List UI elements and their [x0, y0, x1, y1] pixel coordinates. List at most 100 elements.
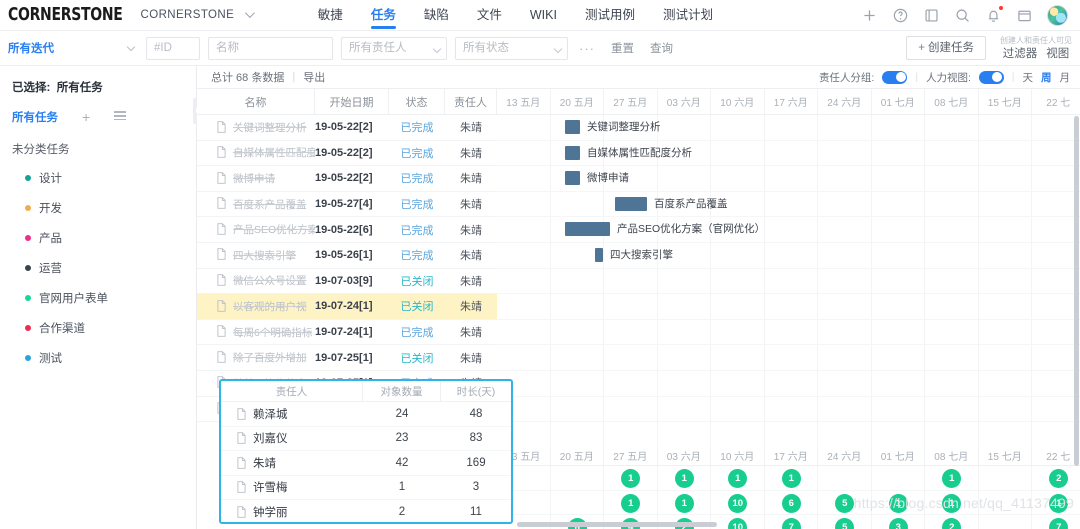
load-chip[interactable]: 10 — [728, 518, 748, 529]
sidebar-header: 所有任务 + — [0, 95, 196, 125]
export-button[interactable]: 导出 — [303, 69, 325, 85]
sidebar-item-1[interactable]: 开发 — [0, 193, 196, 223]
summary-row[interactable]: 朱靖 42 169 — [221, 451, 511, 476]
table-row[interactable]: 微信公众号设置 19-07-03[9] 已关闭 朱靖 — [197, 269, 497, 295]
add-group-icon[interactable]: + — [82, 110, 90, 124]
summary-column-responsible[interactable]: 责任人 — [221, 381, 363, 401]
group-by-responsible-label: 责任人分组: — [818, 71, 875, 84]
gantt-bar[interactable] — [565, 145, 580, 160]
vertical-scrollbar[interactable] — [1074, 116, 1079, 466]
nav-tab-6[interactable]: 测试计划 — [649, 0, 727, 31]
table-row[interactable]: 微博申请 19-05-22[2] 已完成 朱靖 — [197, 166, 497, 192]
summary-cell-count: 23 — [395, 432, 409, 445]
gantt-bar[interactable] — [565, 222, 610, 237]
sidebar-item-label: 合作渠道 — [39, 323, 85, 335]
human-view-toggle[interactable] — [978, 70, 1004, 84]
sidebar-item-2[interactable]: 产品 — [0, 223, 196, 253]
responsible-name: 钟学丽 — [253, 507, 288, 520]
sidebar-item-5[interactable]: 合作渠道 — [0, 313, 196, 343]
load-chip[interactable]: 6 — [781, 493, 801, 513]
search-icon[interactable] — [954, 7, 971, 24]
sidebar-item-0[interactable]: 设计 — [0, 163, 196, 193]
table-row[interactable]: 四大搜索引擎 19-05-26[1] 已完成 朱靖 — [197, 243, 497, 269]
create-task-button[interactable]: + 创建任务 — [906, 36, 986, 60]
avatar[interactable] — [1047, 4, 1068, 26]
list-menu-icon[interactable] — [114, 111, 127, 122]
load-chip[interactable]: 1 — [674, 493, 694, 513]
sidebar-item-3[interactable]: 运营 — [0, 253, 196, 283]
table-row[interactable]: 每周6个明确指标 19-07-24[1] 已完成 朱靖 — [197, 320, 497, 346]
status-select[interactable]: 所有状态 — [455, 36, 568, 60]
granularity-month[interactable]: 月 — [1060, 70, 1071, 85]
column-header-status[interactable]: 状态 — [389, 89, 445, 115]
calendar-icon[interactable] — [1016, 7, 1033, 24]
table-row[interactable]: 以客观的用户视 19-07-24[1] 已关闭 朱靖 — [197, 294, 497, 320]
project-selector[interactable]: CORNERSTONE — [141, 8, 255, 21]
nav-tab-2[interactable]: 缺陷 — [410, 0, 463, 31]
load-chip[interactable]: 1 — [621, 493, 641, 513]
table-row[interactable]: 除了百度外增加 19-07-25[1] 已关闭 朱靖 — [197, 345, 497, 371]
summary-row[interactable]: 刘嘉仪 23 83 — [221, 427, 511, 451]
sidebar-item-uncategorized[interactable]: 未分类任务 — [0, 125, 196, 157]
file-icon — [237, 407, 246, 420]
gantt-bar[interactable] — [595, 247, 603, 262]
nav-tab-4[interactable]: WIKI — [516, 0, 571, 31]
summary-row[interactable]: 许雪梅 1 3 — [221, 476, 511, 500]
nav-tab-3[interactable]: 文件 — [463, 0, 516, 31]
load-chip[interactable]: 10 — [728, 493, 748, 513]
table-row[interactable]: 自媒体属性匹配度分析19-05-22[2] 已完成 朱靖 — [197, 141, 497, 167]
load-chip[interactable]: 1 — [728, 469, 748, 488]
summary-column-days[interactable]: 时长(天) — [441, 381, 511, 401]
responsible-select[interactable]: 所有责任人 — [341, 36, 447, 60]
load-chip[interactable]: 3 — [888, 518, 908, 529]
column-header-start-date[interactable]: 开始日期 — [315, 89, 389, 115]
load-chip[interactable]: 7 — [781, 518, 801, 529]
sidebar-item-all-tasks[interactable]: 所有任务 — [12, 109, 58, 125]
gantt-bar[interactable] — [565, 171, 580, 186]
gantt-bar[interactable] — [565, 120, 580, 134]
column-header-name[interactable]: 名称 — [197, 89, 315, 115]
gantt-row: 百度系产品覆盖 — [497, 192, 1080, 218]
sidebar-item-6[interactable]: 测试 — [0, 343, 196, 373]
gantt-bar[interactable] — [615, 196, 647, 211]
load-chip[interactable]: 7 — [1049, 518, 1069, 529]
filter-button[interactable]: 过滤器 — [1003, 45, 1038, 61]
table-row[interactable]: 关键词整理分析 19-05-22[2] 已完成 朱靖 — [197, 115, 497, 141]
column-header-responsible[interactable]: 责任人 — [445, 89, 497, 115]
load-chip[interactable]: 2 — [1049, 469, 1069, 488]
load-chip[interactable]: 5 — [835, 493, 855, 513]
group-by-responsible-toggle[interactable] — [882, 70, 908, 84]
nav-tab-0[interactable]: 敏捷 — [304, 0, 357, 31]
id-input[interactable]: #ID — [146, 36, 200, 60]
load-chip[interactable]: 2 — [942, 518, 962, 529]
query-button[interactable]: 查询 — [650, 40, 673, 56]
view-button[interactable]: 视图 — [1046, 45, 1069, 61]
book-icon[interactable] — [923, 7, 940, 24]
bell-icon[interactable] — [985, 5, 1003, 24]
summary-row[interactable]: 赖泽城 24 48 — [221, 402, 511, 427]
load-chip[interactable]: 1 — [674, 469, 694, 488]
summary-column-count[interactable]: 对象数量 — [363, 381, 441, 401]
sidebar-item-4[interactable]: 官网用户表单 — [0, 283, 196, 313]
name-input[interactable]: 名称 — [208, 36, 333, 60]
horizontal-scrollbar[interactable] — [517, 522, 717, 527]
reset-button[interactable]: 重置 — [611, 40, 634, 56]
help-icon[interactable] — [892, 7, 909, 24]
human-axis-tick-10: 22 七 — [1032, 445, 1080, 465]
load-chip[interactable]: 5 — [835, 518, 855, 529]
table-row[interactable]: 产品SEO优化方案 19-05-22[6] 已完成 朱靖 — [197, 217, 497, 243]
nav-tab-5[interactable]: 测试用例 — [571, 0, 649, 31]
summary-row[interactable]: 钟学丽 2 11 — [221, 500, 511, 525]
load-chip[interactable]: 1 — [942, 469, 962, 488]
iteration-select[interactable]: 所有迭代 — [8, 37, 140, 59]
table-row[interactable]: 百度系产品覆盖 19-05-27[4] 已完成 朱靖 — [197, 192, 497, 218]
summary-cell-count: 1 — [398, 481, 406, 494]
summary-cell-count: 2 — [398, 506, 406, 519]
more-filters-button[interactable]: ··· — [579, 41, 595, 56]
plus-icon[interactable] — [861, 7, 878, 24]
load-chip[interactable]: 1 — [621, 469, 641, 488]
load-chip[interactable]: 1 — [781, 469, 801, 488]
nav-tab-1[interactable]: 任务 — [357, 0, 410, 31]
granularity-day[interactable]: 天 — [1023, 70, 1034, 85]
granularity-week[interactable]: 周 — [1041, 70, 1052, 85]
